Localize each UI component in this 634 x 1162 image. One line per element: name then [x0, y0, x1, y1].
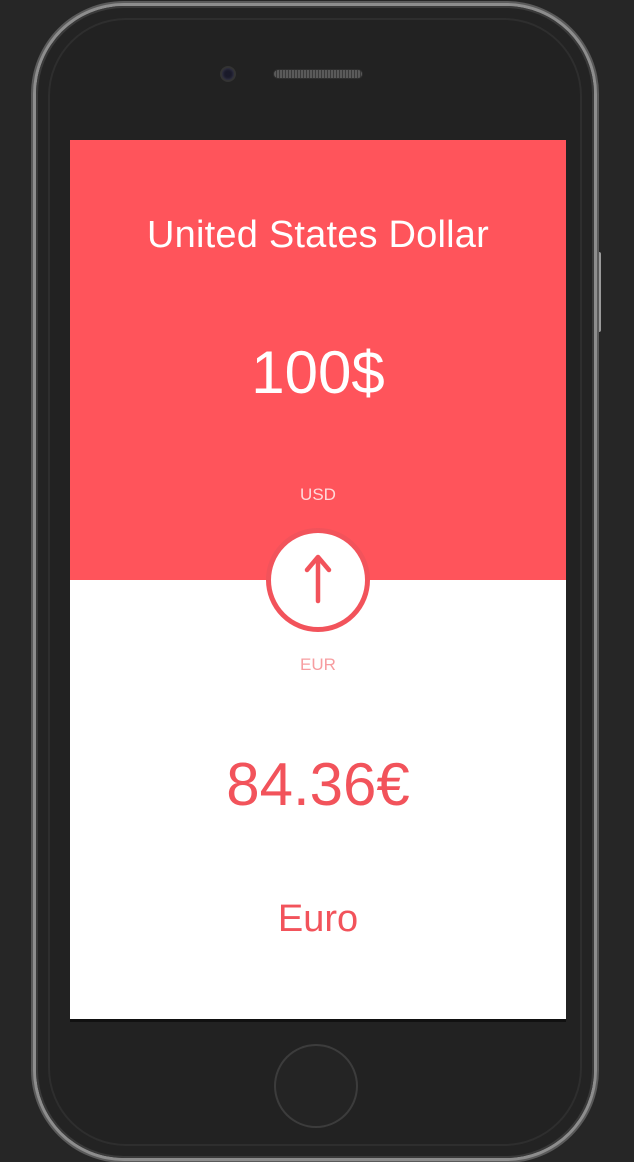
app-screen: United States Dollar 100$ USD EUR 84.36€… [70, 140, 566, 1020]
power-button [596, 252, 601, 332]
home-button[interactable] [274, 1044, 358, 1128]
source-currency-panel[interactable]: United States Dollar 100$ USD [70, 140, 566, 580]
target-currency-name[interactable]: Euro [70, 898, 566, 941]
target-currency-code: EUR [300, 655, 336, 674]
device-stage: United States Dollar 100$ USD EUR 84.36€… [0, 0, 634, 1162]
source-currency-code: USD [300, 485, 336, 504]
screen-edge [70, 1019, 566, 1022]
arrow-up-icon [304, 554, 332, 604]
target-amount: 84.36€ [226, 751, 410, 818]
front-camera [222, 68, 234, 80]
source-currency-name[interactable]: United States Dollar [70, 214, 566, 257]
source-amount[interactable]: 100$ [70, 338, 566, 407]
target-currency-panel[interactable]: EUR 84.36€ Euro [70, 580, 566, 1020]
earpiece-speaker [274, 70, 362, 78]
swap-currencies-button[interactable] [266, 528, 370, 632]
